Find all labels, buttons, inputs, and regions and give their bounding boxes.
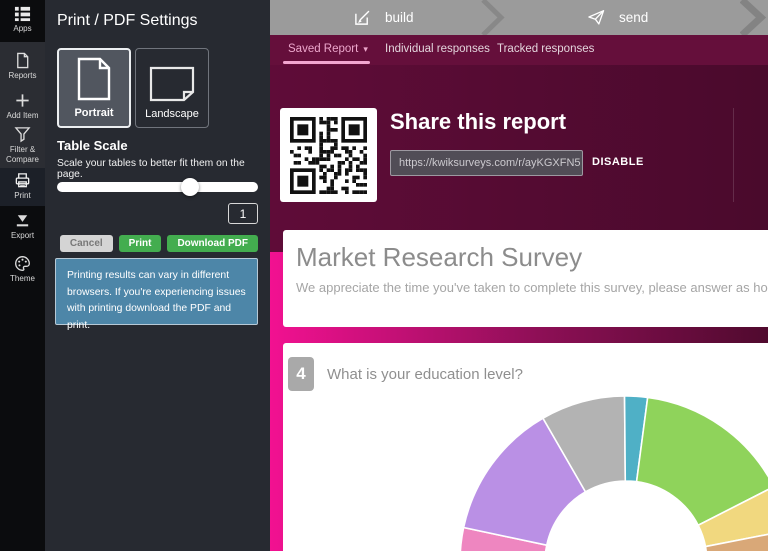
slider-thumb[interactable] [181, 178, 199, 196]
education-level-donut-chart [446, 396, 768, 551]
panel-title: Print / PDF Settings [57, 12, 198, 30]
sidebar-item-label: Reports [8, 71, 36, 81]
reports-icon [14, 52, 31, 69]
qr-code [290, 117, 367, 194]
workflow-steps-bar: build send [270, 0, 768, 35]
portrait-label: Portrait [74, 107, 113, 119]
table-scale-description: Scale your tables to better fit them on … [57, 158, 262, 180]
step-build[interactable]: build [354, 0, 414, 35]
share-report-section: Share this report https://kwiksurveys.co… [270, 65, 768, 252]
disable-link-button[interactable]: DISABLE [592, 156, 644, 168]
theme-icon [14, 255, 31, 272]
app-sidebar: Apps Reports Add Item Filter &Compare Pr… [0, 0, 45, 551]
active-tab-underline [283, 61, 370, 64]
chevron-down-icon: ▾ [363, 44, 368, 54]
question-number-badge: 4 [288, 357, 314, 391]
table-scale-value-field[interactable]: 1 [228, 203, 258, 224]
sidebar-item-print[interactable]: Print [0, 172, 45, 201]
download-pdf-button[interactable]: Download PDF [167, 235, 258, 252]
tab-tracked-responses[interactable]: Tracked responses [497, 43, 594, 55]
sidebar-item-apps[interactable]: Apps [0, 5, 45, 34]
printing-info-note: Printing results can vary in different b… [55, 258, 258, 325]
sidebar-item-label: Apps [13, 24, 31, 34]
landscape-page-icon [149, 66, 195, 102]
sidebar-item-theme[interactable]: Theme [0, 255, 45, 284]
add-item-icon [14, 92, 31, 109]
survey-subtitle: We appreciate the time you've taken to c… [296, 280, 768, 295]
sidebar-item-label: Add Item [6, 111, 38, 121]
sidebar-item-export[interactable]: Export [0, 212, 45, 241]
landscape-label: Landscape [145, 108, 199, 120]
sidebar-item-label: Print [14, 191, 30, 201]
tab-saved-report[interactable]: Saved Report▾ [288, 43, 368, 55]
apps-icon [14, 5, 31, 22]
cancel-button[interactable]: Cancel [60, 235, 113, 252]
step-label: send [619, 10, 648, 25]
main-content: build send Saved Report▾ Individual resp… [270, 0, 768, 551]
sidebar-item-add-item[interactable]: Add Item [0, 92, 45, 121]
filter-compare-icon [14, 126, 31, 143]
survey-title: Market Research Survey [296, 242, 582, 273]
tab-individual-responses[interactable]: Individual responses [385, 43, 490, 55]
step-label: build [385, 10, 414, 25]
panel-actions: Cancel Print Download PDF [60, 235, 258, 252]
print-pdf-settings-panel: Print / PDF Settings Portrait Landscape … [45, 0, 270, 551]
step-send[interactable]: send [588, 0, 648, 35]
export-icon [14, 212, 31, 229]
step-divider-chevron [481, 0, 505, 35]
print-icon [14, 172, 31, 189]
qr-code-card [280, 108, 377, 202]
print-button[interactable]: Print [119, 235, 162, 252]
table-scale-heading: Table Scale [57, 138, 128, 153]
send-plane-icon [588, 9, 605, 26]
sidebar-item-label: Filter &Compare [6, 145, 39, 165]
survey-title-card: Market Research Survey We appreciate the… [283, 230, 768, 327]
portrait-orientation-button[interactable]: Portrait [57, 48, 131, 128]
section-divider [733, 108, 734, 202]
sidebar-item-label: Theme [10, 274, 35, 284]
question-text: What is your education level? [327, 366, 523, 383]
share-link-field[interactable]: https://kwiksurveys.com/r/ayKGXFN5 [390, 150, 583, 176]
portrait-page-icon [77, 57, 111, 101]
question-card: 4 What is your education level? [283, 343, 768, 551]
compose-icon [354, 9, 371, 26]
report-tabs-bar: Saved Report▾ Individual responses Track… [270, 35, 768, 65]
share-heading: Share this report [390, 109, 566, 135]
sidebar-item-label: Export [11, 231, 34, 241]
landscape-orientation-button[interactable]: Landscape [135, 48, 209, 128]
step-divider-chevron [740, 0, 766, 35]
sidebar-item-reports[interactable]: Reports [0, 52, 45, 81]
table-scale-slider[interactable] [57, 182, 258, 192]
sidebar-item-filter-compare[interactable]: Filter &Compare [0, 126, 45, 165]
